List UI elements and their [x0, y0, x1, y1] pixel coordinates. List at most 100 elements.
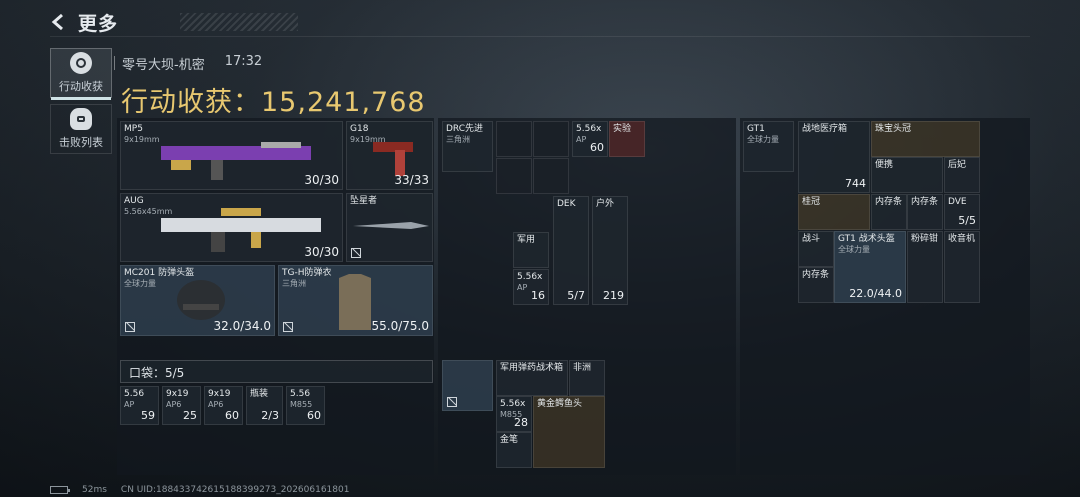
item-name: 5.56x [500, 399, 526, 409]
bag-item[interactable]: 非洲 [569, 360, 605, 396]
item-name: 9x19 [208, 389, 231, 399]
item-count: 25 [183, 409, 197, 422]
item-name: 5.56x [517, 272, 543, 282]
weapon-slot-melee[interactable]: 坠星者 [346, 193, 433, 262]
rig-item[interactable]: 5.56x AP 60 [572, 121, 608, 157]
backpack-item[interactable]: 内存条 [871, 194, 907, 230]
rig-item[interactable]: 户外 219 [592, 196, 628, 305]
item-name: GT1 [747, 124, 765, 134]
item-count: 744 [845, 177, 866, 190]
weapon-caliber: 9x19mm [124, 135, 160, 144]
vest-icon [339, 274, 371, 330]
item-name: 军用 [517, 235, 536, 245]
battery-icon [50, 486, 70, 494]
empty-slot[interactable] [533, 121, 569, 157]
backpack-item[interactable]: 收音机 [944, 231, 980, 303]
match-info: 零号大坝-机密 17:32 [114, 54, 263, 73]
item-sub: AP6 [208, 400, 224, 409]
rig-item[interactable]: 军用 [513, 232, 549, 268]
ping: 52ms [82, 485, 107, 495]
item-name: 户外 [596, 199, 615, 209]
item-name: DRC先进 [446, 124, 484, 134]
item-name: DVE [948, 197, 967, 207]
item-count: 5/7 [567, 289, 585, 302]
tab-kill-list[interactable]: 击败列表 [50, 104, 112, 154]
pocket-item[interactable]: 9x19 AP6 60 [204, 386, 243, 425]
tab-earnings-label: 行动收获 [59, 80, 103, 93]
empty-slot[interactable] [496, 121, 532, 157]
item-name: 军用弹药战术箱 [500, 363, 564, 373]
backpack-item[interactable]: 便携 [871, 157, 943, 193]
bag-item[interactable]: 金笔 [496, 432, 532, 468]
item-name: 实验 [613, 124, 632, 134]
backpack-item[interactable]: 战斗 [798, 231, 834, 267]
weapon-slot-pistol[interactable]: G18 9x19mm 33/33 [346, 121, 433, 190]
item-count: 60 [590, 141, 604, 154]
item-name: 5.56 [124, 389, 145, 399]
backpack-item[interactable]: 内存条 [907, 194, 943, 230]
decorative-stripes [180, 13, 298, 31]
bag-item[interactable]: 军用弹药战术箱 [496, 360, 568, 396]
weapon-caliber: 5.56x45mm [124, 207, 173, 216]
pocket-item[interactable]: 5.56 M855 60 [286, 386, 325, 425]
top-bar: 更多 [50, 9, 298, 36]
helmet-slot[interactable]: MC201 防弹头盔 全球力量 32.0/34.0 [120, 265, 275, 336]
armor-brand: 三角洲 [282, 279, 306, 288]
pocket-item[interactable]: 瓶装 2/3 [246, 386, 283, 425]
item-sub: 三角洲 [446, 135, 470, 144]
item-sub: AP [124, 400, 135, 409]
backpack-item[interactable]: 内存条 [798, 267, 834, 303]
pocket-item[interactable]: 9x19 AP6 25 [162, 386, 201, 425]
page-title[interactable]: 更多 [78, 9, 118, 36]
rig-item[interactable]: 实验 [609, 121, 645, 157]
ammo-count: 33/33 [394, 173, 429, 187]
item-name: 内存条 [802, 270, 830, 280]
backpack-item[interactable]: 粉碎钳 [907, 231, 943, 303]
bag-slot[interactable] [442, 360, 493, 411]
match-time: 17:32 [224, 54, 263, 69]
empty-slot[interactable] [496, 158, 532, 194]
tab-kill-list-label: 击败列表 [59, 136, 103, 149]
backpack-item[interactable]: 珠宝头冠 [871, 121, 980, 157]
backpack-item[interactable]: 战地医疗箱 744 [798, 121, 870, 193]
tab-earnings[interactable]: 行动收获 [50, 48, 112, 100]
armor-slot[interactable]: TG-H防弹衣 三角洲 55.0/75.0 [278, 265, 433, 336]
weapon-slot-primary[interactable]: MP5 9x19mm 30/30 [120, 121, 343, 190]
map-name: 零号大坝-机密 [122, 58, 205, 73]
item-count: 5/5 [958, 214, 976, 227]
uid: CN UID:1884337426151883992​73_2026061618… [120, 485, 350, 495]
armor-name: TG-H防弹衣 [282, 268, 332, 278]
item-name: 后妃 [948, 160, 967, 170]
backpack-item[interactable]: 桂冠 [798, 194, 870, 230]
item-name: 5.56x [576, 124, 602, 134]
backpack-item[interactable]: DVE 5/5 [944, 194, 980, 230]
item-name: 战地医疗箱 [802, 124, 848, 134]
item-count: 28 [514, 416, 528, 429]
bag-item[interactable]: 5.56x M855 28 [496, 396, 532, 432]
helmet-brand: 全球力量 [124, 279, 156, 288]
backpack-item[interactable]: GT1 战术头盔 全球力量 22.0/44.0 [834, 231, 906, 303]
item-name: 5.56 [290, 389, 311, 399]
item-count: 60 [307, 409, 321, 422]
rig-item[interactable]: DRC先进 三角洲 [442, 121, 493, 172]
item-sub: 全球力量 [838, 245, 870, 254]
backpack-item[interactable]: 后妃 [944, 157, 980, 193]
item-sub: AP [517, 283, 528, 292]
rig-item[interactable]: DEK 5/7 [553, 196, 589, 305]
bag-item[interactable]: 黄金鳄鱼头 [533, 396, 605, 468]
divider [50, 36, 1030, 37]
backpack-slot[interactable]: GT1 全球力量 [743, 121, 794, 172]
rig-item[interactable]: 5.56x AP 16 [513, 269, 549, 305]
durability: 55.0/75.0 [371, 319, 429, 333]
weapon-slot-secondary[interactable]: AUG 5.56x45mm 30/30 [120, 193, 343, 262]
item-name: 珠宝头冠 [875, 124, 912, 134]
item-name: 粉碎钳 [911, 234, 939, 244]
back-arrow-icon[interactable] [50, 13, 68, 31]
item-count: 22.0/44.0 [849, 287, 902, 300]
ammo-count: 30/30 [304, 173, 339, 187]
pocket-item[interactable]: 5.56 AP 59 [120, 386, 159, 425]
footer: 52ms CN UID:1884337426151883992​73_20260… [50, 485, 349, 495]
empty-slot[interactable] [533, 158, 569, 194]
item-count: 60 [225, 409, 239, 422]
no-insure-icon [125, 322, 135, 332]
